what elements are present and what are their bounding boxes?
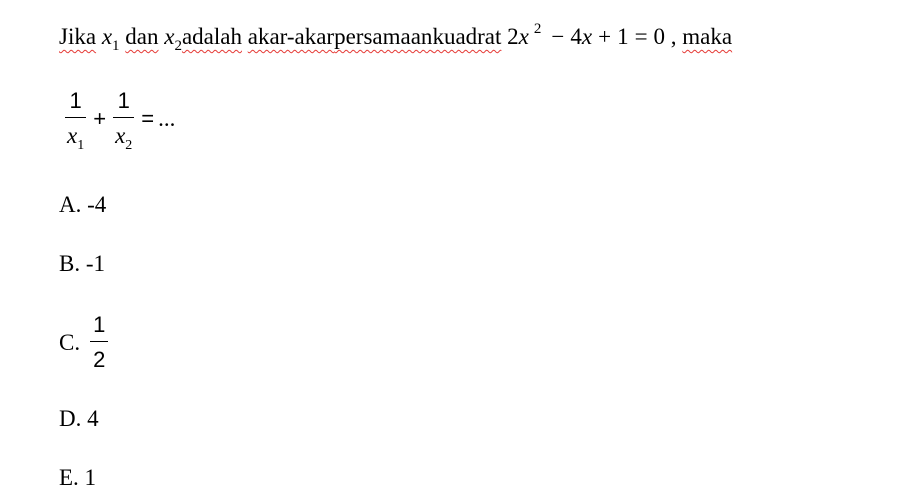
option-e: E. 1 bbox=[59, 465, 97, 490]
word-jika: Jika bbox=[59, 24, 97, 49]
question-text: Jika x1 dan x2adalah akar-akarpersamaank… bbox=[59, 20, 732, 54]
option-d: D. 4 bbox=[59, 406, 99, 431]
fraction-1-over-x2: 1 x2 bbox=[113, 88, 135, 153]
reciprocal-sum-expression: 1 x1 + 1 x2 = ... bbox=[62, 88, 176, 153]
fraction-bar bbox=[65, 117, 87, 118]
fraction-denominator: 2 bbox=[93, 347, 106, 372]
fraction-bar bbox=[113, 117, 135, 118]
fraction-one-half: 1 2 bbox=[90, 312, 109, 373]
document-page: Jika x1 dan x2adalah akar-akarpersamaank… bbox=[0, 0, 909, 499]
word-maka: maka bbox=[682, 24, 733, 49]
option-b: B. -1 bbox=[59, 251, 105, 276]
option-a: A. -4 bbox=[59, 192, 107, 217]
equals-sign: = bbox=[141, 105, 155, 131]
word-akar-akar: akar-akar bbox=[247, 24, 335, 49]
fraction-numerator: 1 bbox=[69, 88, 82, 113]
fraction-numerator: 1 bbox=[117, 88, 130, 113]
ellipsis: ... bbox=[158, 105, 176, 131]
var-x1: x1 bbox=[101, 24, 120, 54]
option-c-label: C. bbox=[59, 329, 81, 355]
fraction-bar bbox=[90, 341, 109, 342]
comma: , bbox=[670, 24, 677, 49]
word-adalah: adalah bbox=[181, 24, 242, 49]
fraction-denominator: x1 bbox=[67, 123, 85, 153]
fraction-denominator: x2 bbox=[115, 123, 133, 153]
word-persamaan: persamaan bbox=[334, 24, 433, 49]
fraction-1-over-x1: 1 x1 bbox=[65, 88, 87, 153]
quadratic-equation: 2x 2−4x +1 = 0 bbox=[507, 21, 666, 50]
option-c: C. 1 2 bbox=[59, 312, 111, 373]
fraction-numerator: 1 bbox=[93, 312, 106, 337]
plus-sign: + bbox=[93, 105, 107, 131]
var-x2: x2 bbox=[164, 24, 182, 54]
word-kuadrat: kuadrat bbox=[432, 24, 502, 49]
word-dan: dan bbox=[125, 24, 159, 49]
